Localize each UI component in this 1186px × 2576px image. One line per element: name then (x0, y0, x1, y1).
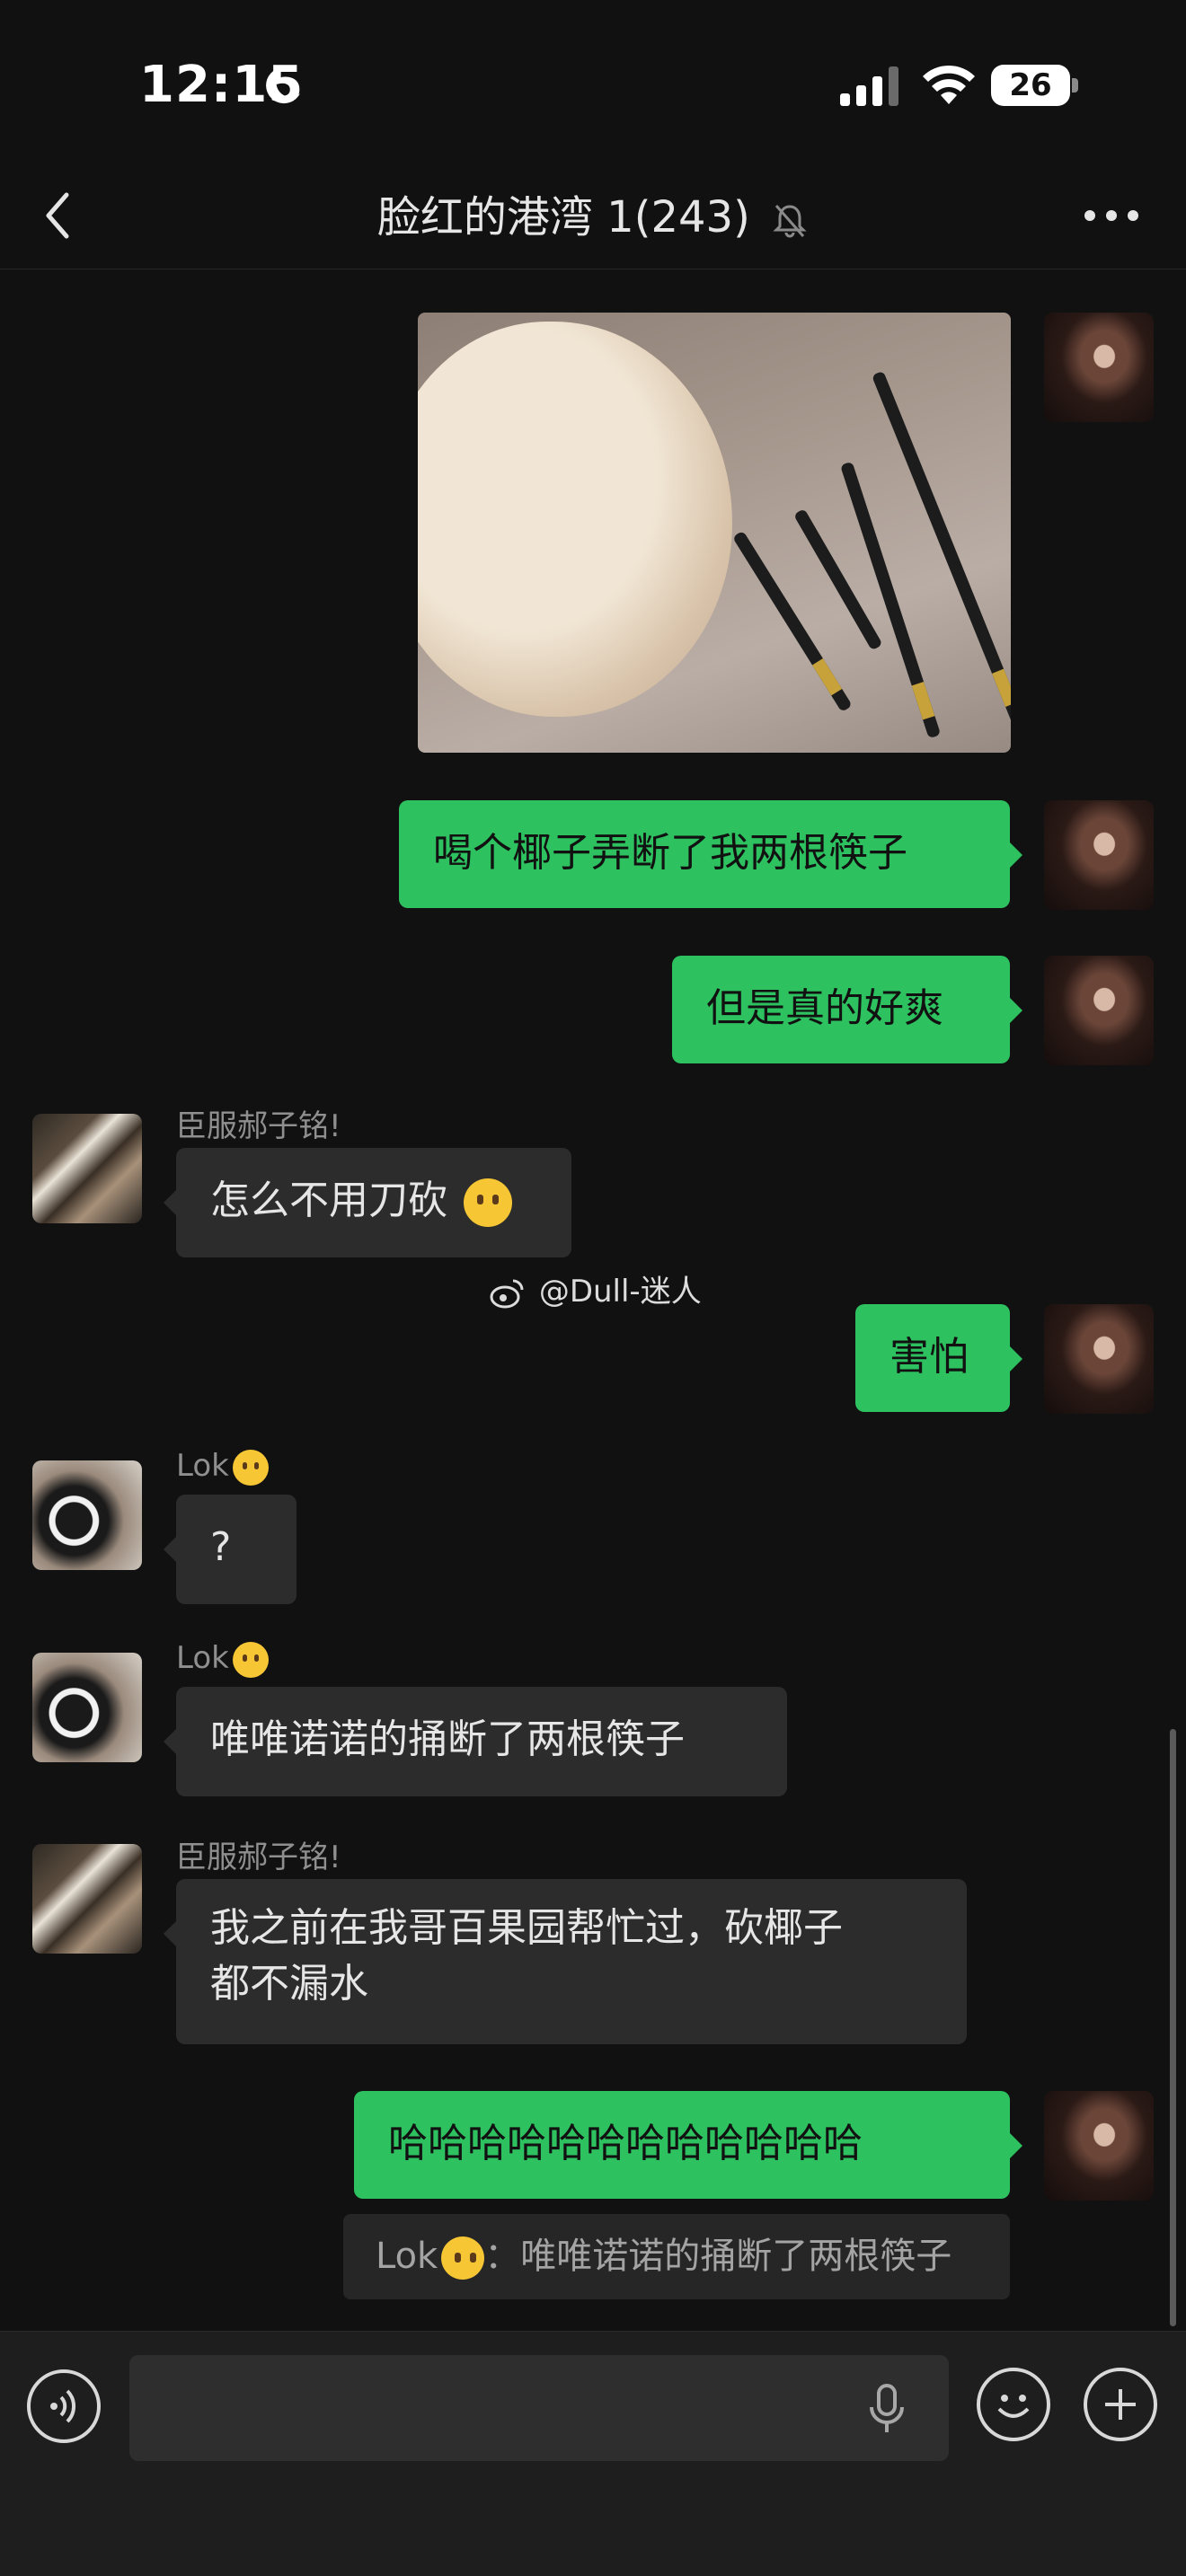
message-bubble-sent[interactable]: 喝个椰子弄断了我两根筷子 (399, 800, 1022, 908)
quoted-message[interactable]: Lok ：唯唯诺诺的捅断了两根筷子 (343, 2214, 1010, 2299)
chat-title-text: 脸红的港湾 1(243) (376, 192, 750, 243)
message-text: ? (210, 1524, 232, 1570)
quote-text: 唯唯诺诺的捅断了两根筷子 (520, 2236, 952, 2277)
message-input[interactable] (129, 2355, 949, 2461)
laughing-emoji-icon (464, 1178, 512, 1227)
status-bar: 12:15 26 (0, 0, 1186, 162)
neutral-face-emoji-icon (232, 1641, 269, 1678)
battery-indicator: 26 (991, 65, 1079, 106)
plus-icon (1105, 2389, 1136, 2420)
message-bubble-sent[interactable]: 害怕 (855, 1304, 1022, 1412)
message-text-line: 我之前在我哥百果园帮忙过，砍椰子 (210, 1905, 843, 1951)
avatar-sender-2[interactable] (32, 1653, 142, 1762)
quote-sender: Lok (376, 2236, 438, 2277)
coconut-shape (418, 322, 732, 717)
neutral-face-emoji-icon (441, 2236, 485, 2280)
signal-icon (840, 66, 898, 106)
message-image[interactable] (418, 313, 1011, 753)
moon-icon (266, 67, 300, 104)
sender-name: 臣服郝子铭! (176, 1839, 341, 1875)
message-text: 害怕 (890, 1334, 969, 1380)
more-icon[interactable] (1076, 187, 1146, 244)
message-bubble-received[interactable]: 怎么不用刀砍 (164, 1148, 571, 1257)
emoji-button[interactable] (977, 2368, 1050, 2441)
message-text: 怎么不用刀砍 (210, 1178, 447, 1223)
input-bar (0, 2331, 1186, 2576)
scrollbar[interactable] (1170, 1729, 1176, 2326)
quote-separator: ： (484, 2236, 521, 2277)
sender-name: 臣服郝子铭! (176, 1108, 341, 1144)
message-bubble-sent[interactable]: 但是真的好爽 (672, 956, 1022, 1063)
chopstick (732, 530, 853, 713)
weibo-icon (490, 1279, 524, 1308)
battery-level: 26 (1009, 67, 1052, 103)
sender-name: Lok (176, 1448, 269, 1486)
avatar-sender-1[interactable] (32, 1844, 142, 1954)
message-bubble-received[interactable]: 我之前在我哥百果园帮忙过，砍椰子 都不漏水 (164, 1879, 967, 2044)
mute-bell-icon (773, 205, 807, 238)
message-text: 唯唯诺诺的捅断了两根筷子 (210, 1716, 685, 1762)
avatar-self[interactable] (1044, 313, 1154, 422)
avatar-self[interactable] (1044, 2091, 1154, 2201)
mic-icon[interactable] (866, 2382, 907, 2436)
chat-title: 脸红的港湾 1(243) (0, 181, 1186, 244)
avatar-self[interactable] (1044, 1304, 1154, 1414)
message-bubble-received[interactable]: 唯唯诺诺的捅断了两根筷子 (164, 1687, 787, 1796)
message-text: 喝个椰子弄断了我两根筷子 (433, 830, 907, 876)
plus-button[interactable] (1084, 2368, 1157, 2441)
watermark-text: @Dull-迷人 (538, 1274, 702, 1310)
chat-screen: 12:15 26 脸红的港湾 1(243) 喝个椰子弄断了我两根筷子 但是真的好… (0, 0, 1186, 2576)
message-text: 哈哈哈哈哈哈哈哈哈哈哈哈 (388, 2121, 863, 2166)
message-bubble-sent[interactable]: 哈哈哈哈哈哈哈哈哈哈哈哈 (354, 2091, 1022, 2199)
avatar-sender-1[interactable] (32, 1114, 142, 1223)
message-text: 但是真的好爽 (706, 985, 943, 1031)
voice-button[interactable] (27, 2369, 101, 2443)
avatar-sender-2[interactable] (32, 1460, 142, 1570)
neutral-face-emoji-icon (232, 1449, 269, 1486)
sender-name: Lok (176, 1640, 269, 1678)
watermark: @Dull-迷人 (490, 1266, 702, 1310)
avatar-self[interactable] (1044, 956, 1154, 1065)
emoji-icon (997, 2395, 1030, 2418)
chopstick (872, 370, 1011, 726)
nav-bar: 脸红的港湾 1(243) (0, 162, 1186, 269)
voice-icon (50, 2389, 76, 2423)
wifi-icon (923, 65, 975, 104)
avatar-self[interactable] (1044, 800, 1154, 910)
message-text-line: 都不漏水 (210, 1961, 368, 2007)
message-bubble-received[interactable]: ? (164, 1495, 296, 1604)
